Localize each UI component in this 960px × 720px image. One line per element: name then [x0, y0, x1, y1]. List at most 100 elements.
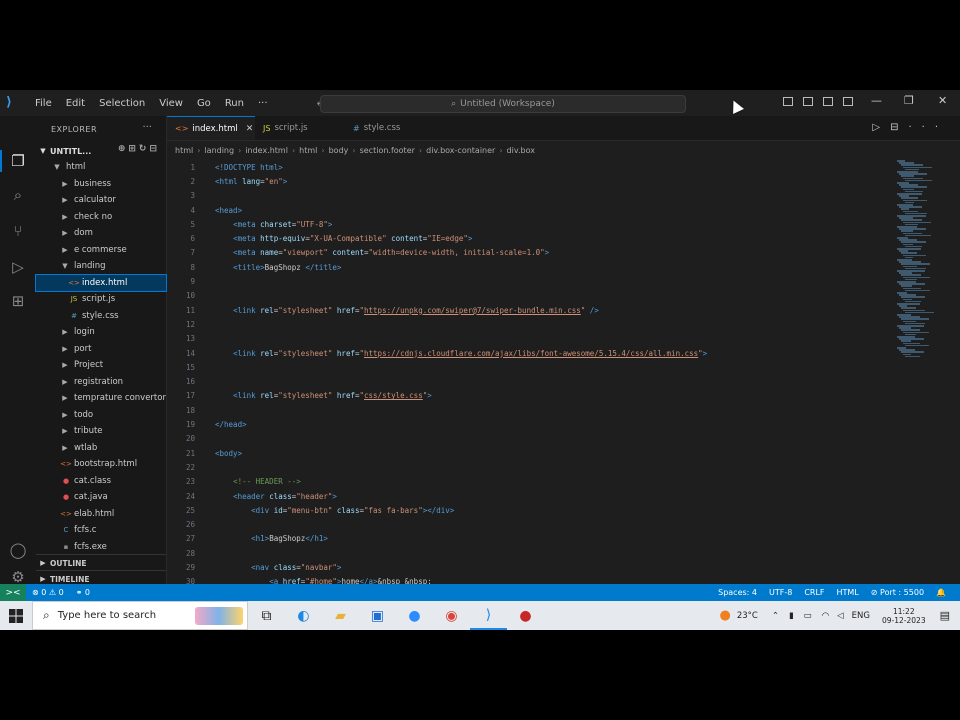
vscode-taskbar-icon[interactable]: ⟩ [470, 601, 507, 630]
language-indicator[interactable]: ENG [852, 611, 870, 621]
toggle-secondary-sidebar-icon[interactable] [823, 97, 833, 106]
customize-layout-icon[interactable] [843, 97, 853, 106]
tree-item[interactable]: ▶ port [36, 341, 166, 358]
store-icon[interactable]: ▣ [359, 601, 396, 630]
code-line[interactable]: 14 <link rel="stylesheet" href="https://… [167, 346, 887, 360]
breadcrumb-item[interactable]: div.box [507, 146, 535, 155]
encoding-status[interactable]: UTF-8 [763, 588, 798, 597]
menu-selection[interactable]: Selection [92, 98, 152, 109]
ports-indicator[interactable]: ⚭ 0 [70, 588, 96, 597]
code-line[interactable]: 10 [167, 289, 887, 303]
tree-item[interactable]: ▶ todo [36, 407, 166, 424]
menu-run[interactable]: Run [218, 98, 251, 109]
accounts-icon[interactable]: ◯ [9, 541, 27, 559]
code-line[interactable]: 11 <link rel="stylesheet" href="https://… [167, 303, 887, 317]
usb-icon[interactable]: ▮ [789, 611, 794, 621]
code-line[interactable]: 16 [167, 375, 887, 389]
code-line[interactable]: 2 <html lang="en"> [167, 174, 887, 188]
code-line[interactable]: 13 [167, 332, 887, 346]
menu-view[interactable]: View [152, 98, 190, 109]
remote-indicator[interactable]: >< [0, 584, 26, 601]
tree-item[interactable]: ▶ temprature convertor [36, 390, 166, 407]
code-line[interactable]: 24 <header class="header"> [167, 489, 887, 503]
tree-item[interactable]: Cfcfs.c [36, 522, 166, 539]
menu-more[interactable]: ··· [251, 98, 275, 109]
code-line[interactable]: 6 <meta http-equiv="X-UA-Compatible" con… [167, 232, 887, 246]
problems-indicator[interactable]: ⊗ 0 ⚠ 0 [26, 588, 70, 597]
notification-center-icon[interactable]: ▤ [940, 609, 950, 622]
code-line[interactable]: 27 <h1>BagShopz</h1> [167, 532, 887, 546]
breadcrumb-item[interactable]: index.html [245, 146, 288, 155]
battery-icon[interactable]: ▭ [804, 611, 812, 621]
language-status[interactable]: HTML [831, 588, 865, 597]
eol-status[interactable]: CRLF [798, 588, 830, 597]
menu-go[interactable]: Go [190, 98, 218, 109]
editor-scrollbar[interactable] [945, 160, 957, 584]
run-debug-icon[interactable]: ▷ [9, 258, 27, 276]
tree-item[interactable]: JS script.js [36, 291, 166, 308]
tree-item[interactable]: ▶ e commerse [36, 242, 166, 259]
minimize-icon[interactable]: — [871, 94, 882, 107]
source-control-icon[interactable]: ⑂ [9, 222, 27, 240]
edge-browser-icon[interactable]: ◐ [285, 601, 322, 630]
tab-index-html[interactable]: <> index.html ✕ [167, 116, 255, 140]
tree-item[interactable]: ▪ fcfs.exe [36, 539, 166, 556]
recorder-app-icon[interactable]: ● [507, 601, 544, 630]
command-center[interactable]: ⌕ Untitled (Workspace) [320, 95, 686, 113]
tree-item[interactable]: ▶ business [36, 176, 166, 193]
code-line[interactable]: 29 <nav class="navbar"> [167, 560, 887, 574]
code-line[interactable]: 17 <link rel="stylesheet" href="css/styl… [167, 389, 887, 403]
code-line[interactable]: 21 <body> [167, 446, 887, 460]
chrome-icon[interactable]: ◉ [433, 601, 470, 630]
menu-edit[interactable]: Edit [59, 98, 92, 109]
code-line[interactable]: 19 </head> [167, 417, 887, 431]
code-line[interactable]: 25 <div id="menu-btn" class="fas fa-bars… [167, 503, 887, 517]
live-server-port[interactable]: ⊘ Port : 5500 [865, 588, 930, 597]
restore-icon[interactable]: ❐ [904, 94, 914, 107]
tree-item[interactable]: <> index.html [35, 273, 167, 292]
code-editor[interactable]: 1 <!DOCTYPE html> 2 <html lang="en"> 3 4 <head… [167, 160, 887, 587]
code-line[interactable]: 3 [167, 189, 887, 203]
tab-script-js[interactable]: JS script.js [255, 116, 345, 140]
code-line[interactable]: 1 <!DOCTYPE html> [167, 160, 887, 174]
tab-style-css[interactable]: # style.css [345, 116, 435, 140]
code-line[interactable]: 20 [167, 432, 887, 446]
tree-item[interactable]: <> bootstrap.html [36, 456, 166, 473]
code-line[interactable]: 9 [167, 274, 887, 288]
minimap[interactable] [893, 160, 943, 360]
code-line[interactable]: 5 <meta charset="UTF-8"> [167, 217, 887, 231]
explorer-more-icon[interactable]: ··· [142, 122, 152, 133]
task-view-icon[interactable]: ⧉ [248, 601, 285, 630]
volume-icon[interactable]: ◁ [837, 611, 844, 621]
taskbar-search-input[interactable]: ⌕ Type here to search [32, 601, 248, 630]
tray-chevron-icon[interactable]: ⌃ [772, 611, 779, 621]
tree-item[interactable]: ● cat.java [36, 489, 166, 506]
toggle-primary-sidebar-icon[interactable] [783, 97, 793, 106]
weather-temp[interactable]: 23°C [737, 611, 758, 621]
tree-item[interactable]: ▶ Project [36, 357, 166, 374]
workspace-header[interactable]: ▼ UNTITL... ⊕⊞↻⊟ [36, 144, 166, 158]
code-line[interactable]: 8 <title>BagShopz </title> [167, 260, 887, 274]
code-line[interactable]: 28 [167, 546, 887, 560]
breadcrumb-item[interactable]: div.box-container [426, 146, 495, 155]
tree-item[interactable]: <> elab.html [36, 506, 166, 523]
tree-item[interactable]: ▼ landing [36, 258, 166, 275]
search-view-icon[interactable]: ⌕ [9, 186, 27, 204]
tree-item[interactable]: ▶ calculator [36, 192, 166, 209]
code-line[interactable]: 23 <!-- HEADER --> [167, 475, 887, 489]
code-line[interactable]: 22 [167, 460, 887, 474]
code-line[interactable]: 12 [167, 317, 887, 331]
close-window-icon[interactable]: ✕ [938, 94, 947, 107]
code-line[interactable]: 4 <head> [167, 203, 887, 217]
breadcrumb-item[interactable]: body [329, 146, 349, 155]
tree-item[interactable]: ● cat.class [36, 473, 166, 490]
indentation-status[interactable]: Spaces: 4 [712, 588, 763, 597]
tree-item[interactable]: ▶ tribute [36, 423, 166, 440]
code-line[interactable]: 7 <meta name="viewport" content="width=d… [167, 246, 887, 260]
explorer-icon[interactable]: ❐ [9, 152, 27, 170]
zoom-icon[interactable]: ● [396, 601, 433, 630]
tree-item[interactable]: ▶ wtlab [36, 440, 166, 457]
toggle-panel-icon[interactable] [803, 97, 813, 106]
notifications-bell-icon[interactable]: 🔔 [930, 588, 952, 597]
breadcrumb-item[interactable]: html [175, 146, 193, 155]
